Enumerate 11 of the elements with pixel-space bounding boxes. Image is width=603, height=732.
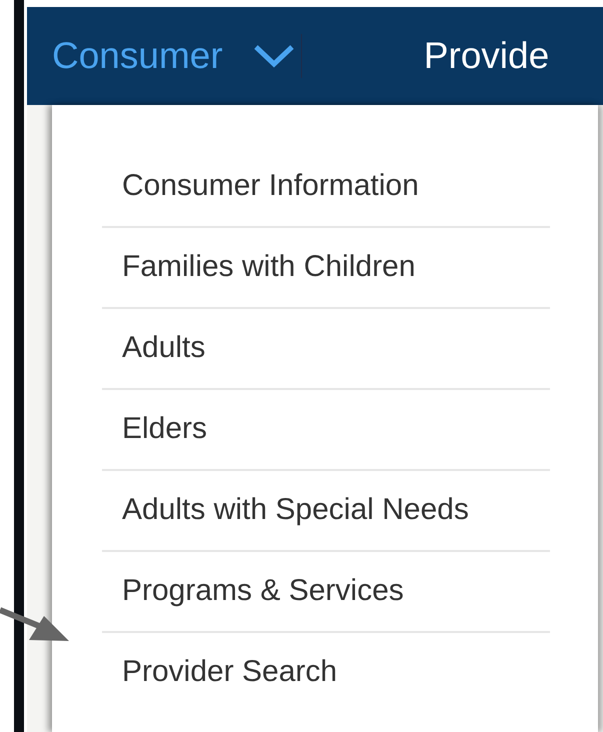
menu-item[interactable]: Consumer Information	[102, 145, 550, 226]
chevron-down-icon	[252, 43, 295, 69]
menu-item[interactable]: Adults with Special Needs	[102, 469, 550, 550]
menu-item[interactable]: Adults	[102, 307, 550, 388]
nav-item[interactable]: Provide	[302, 28, 550, 84]
menu-item[interactable]: Elders	[102, 388, 550, 469]
menu-item[interactable]: Provider Search	[102, 631, 550, 712]
pointer-arrow	[0, 607, 69, 641]
nav-item[interactable]: Consumer	[27, 28, 301, 84]
menu-item[interactable]: Programs & Services	[102, 550, 550, 631]
menu-item[interactable]: Families with Children	[102, 226, 550, 307]
